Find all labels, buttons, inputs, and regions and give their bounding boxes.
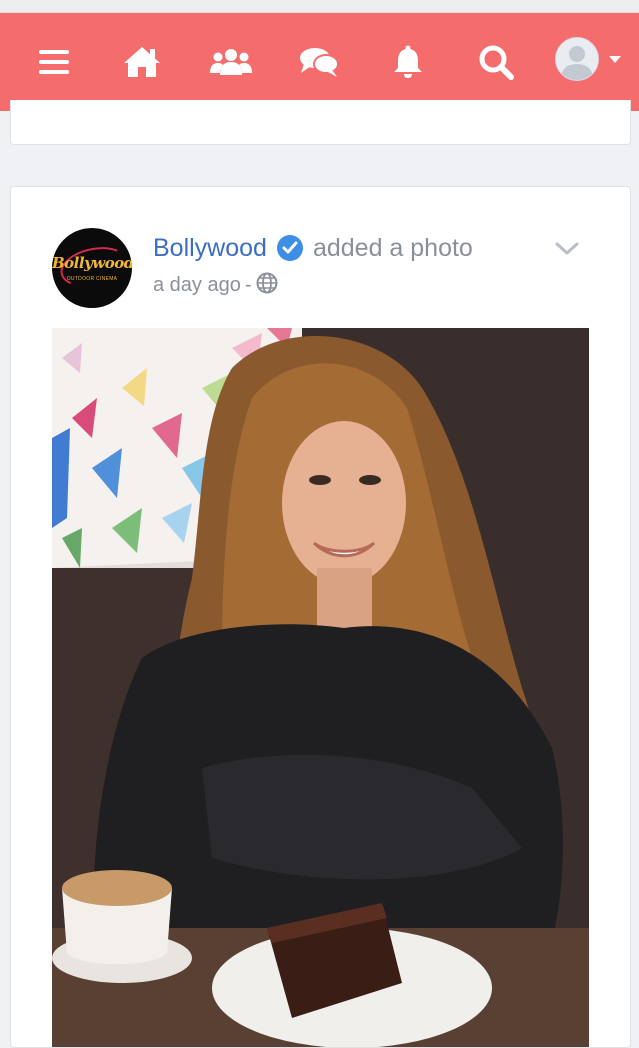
menu-icon [39,50,69,74]
post-meta: a day ago - [153,271,278,299]
messages-button[interactable] [297,40,341,84]
post-photo[interactable] [52,328,589,1047]
author-avatar[interactable]: Bollywood OUTDOOR CINEMA [52,228,132,308]
user-avatar-icon [555,37,599,81]
globe-icon [256,272,278,299]
top-navigation-bar [0,13,639,111]
chevron-down-icon [555,242,579,255]
menu-button[interactable] [32,40,76,84]
post-card: Bollywood OUTDOOR CINEMA Bollywood added… [10,186,631,1048]
friends-button[interactable] [209,40,253,84]
photo-illustration [52,328,589,1047]
author-name-link[interactable]: Bollywood [153,234,267,263]
post-timestamp[interactable]: a day ago [153,274,241,297]
avatar-logo-subtext: OUTDOOR CINEMA [66,276,118,282]
previous-post-card [10,100,631,145]
search-icon [479,45,514,80]
status-strip [0,0,639,13]
bell-icon [394,45,422,78]
chevron-down-icon [609,55,621,63]
users-icon [210,49,252,75]
notifications-button[interactable] [386,40,430,84]
home-button[interactable] [120,40,164,84]
search-button[interactable] [474,40,518,84]
home-icon [124,47,160,77]
post-options-button[interactable] [551,237,583,261]
post-header: Bollywood added a photo [153,231,473,265]
post-action-text: added a photo [312,233,473,262]
avatar-logo-text: Bollywood [52,254,132,272]
account-menu-button[interactable] [555,37,633,81]
meta-separator: - [244,273,252,296]
verified-badge-icon [276,235,303,261]
chat-icon [300,48,339,77]
